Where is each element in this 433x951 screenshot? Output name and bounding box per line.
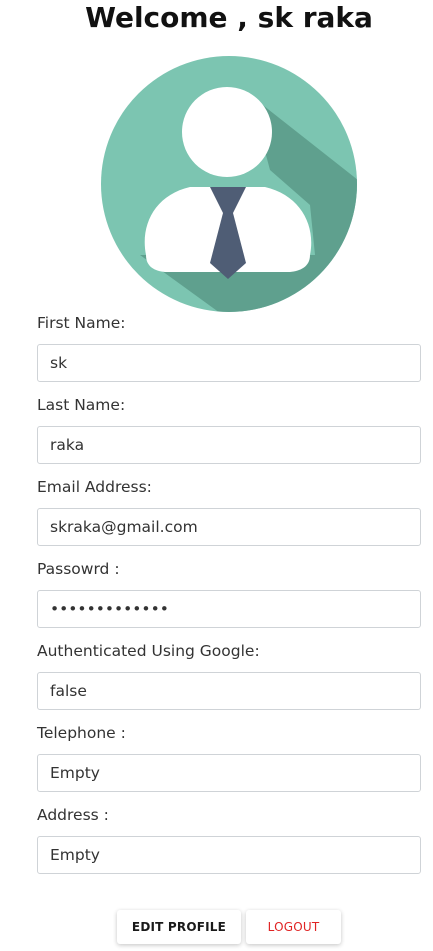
password-input[interactable] xyxy=(37,590,421,628)
first-name-label: First Name: xyxy=(37,314,126,332)
telephone-label: Telephone : xyxy=(37,724,126,742)
first-name-field-group: First Name: xyxy=(37,313,421,382)
telephone-input[interactable] xyxy=(37,754,421,792)
action-buttons: EDIT PROFILE LOGOUT xyxy=(0,910,433,944)
edit-profile-button[interactable]: EDIT PROFILE xyxy=(117,910,241,944)
google-auth-label: Authenticated Using Google: xyxy=(37,642,260,660)
first-name-input[interactable] xyxy=(37,344,421,382)
user-avatar-icon xyxy=(101,56,357,312)
address-field-group: Address : xyxy=(37,805,421,874)
google-auth-input[interactable] xyxy=(37,672,421,710)
last-name-field-group: Last Name: xyxy=(37,395,421,464)
password-field-group: Passowrd : xyxy=(37,559,421,628)
last-name-input[interactable] xyxy=(37,426,421,464)
page-title: Welcome , sk raka xyxy=(85,1,373,34)
address-input[interactable] xyxy=(37,836,421,874)
email-input[interactable] xyxy=(37,508,421,546)
password-label: Passowrd : xyxy=(37,560,120,578)
email-field-group: Email Address: xyxy=(37,477,421,546)
address-label: Address : xyxy=(37,806,109,824)
google-auth-field-group: Authenticated Using Google: xyxy=(37,641,421,710)
last-name-label: Last Name: xyxy=(37,396,126,414)
telephone-field-group: Telephone : xyxy=(37,723,421,792)
email-label: Email Address: xyxy=(37,478,152,496)
logout-button[interactable]: LOGOUT xyxy=(246,910,341,944)
